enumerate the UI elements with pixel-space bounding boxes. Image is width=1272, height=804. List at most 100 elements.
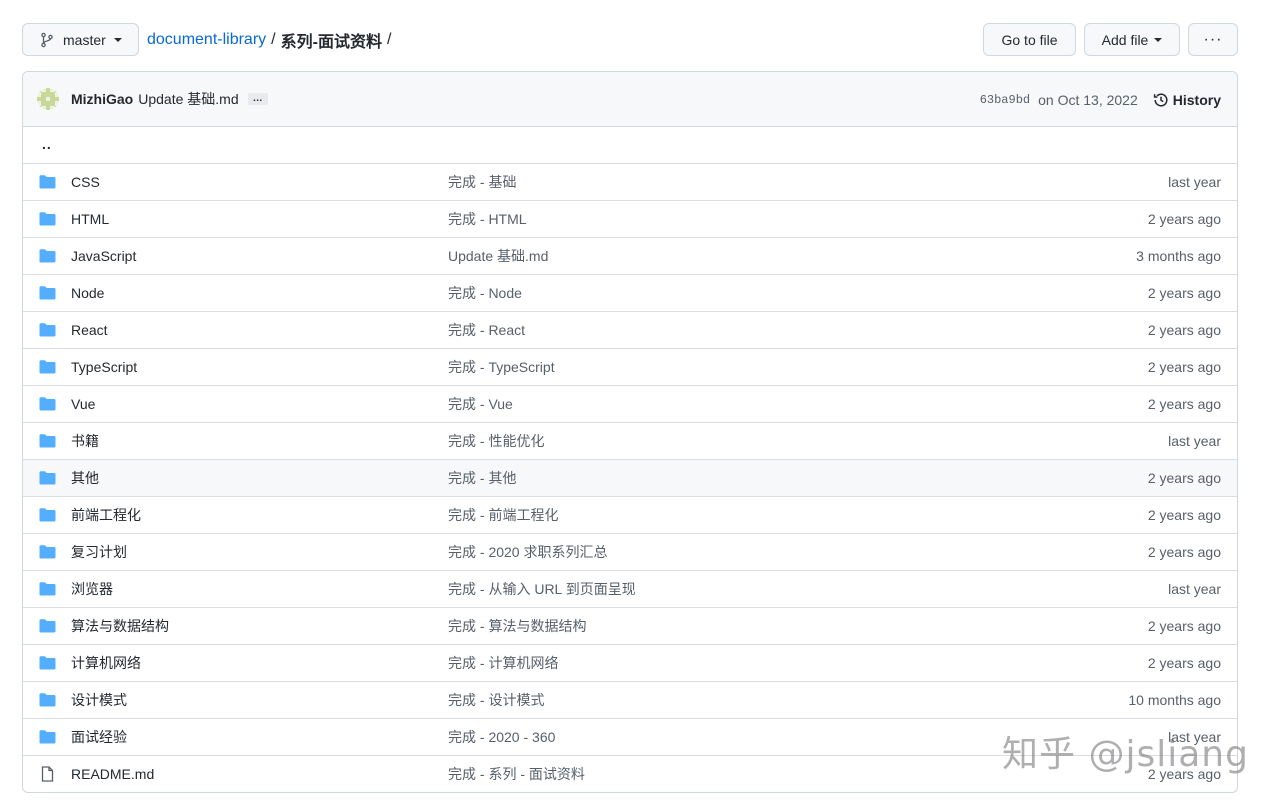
chevron-down-icon — [1154, 37, 1163, 42]
folder-icon — [39, 544, 56, 560]
file-row[interactable]: 书籍 完成 - 性能优化 last year — [23, 422, 1237, 459]
folder-icon — [39, 507, 56, 523]
commit-expand-button[interactable]: … — [247, 93, 268, 105]
file-name-link[interactable]: TypeScript — [71, 359, 137, 375]
file-name-link[interactable]: Vue — [71, 396, 95, 412]
file-name-link[interactable]: CSS — [71, 174, 100, 190]
folder-icon — [39, 655, 56, 671]
file-commit-message[interactable]: 完成 - 系列 - 面试资料 — [448, 764, 585, 784]
folder-icon — [39, 322, 56, 338]
file-commit-age: last year — [1168, 433, 1221, 449]
file-row[interactable]: Node 完成 - Node 2 years ago — [23, 274, 1237, 311]
folder-icon — [39, 285, 56, 301]
file-commit-message[interactable]: 完成 - HTML — [448, 209, 527, 229]
file-row[interactable]: 浏览器 完成 - 从输入 URL 到页面呈现 last year — [23, 570, 1237, 607]
file-commit-age: 2 years ago — [1147, 322, 1221, 338]
file-row[interactable]: React 完成 - React 2 years ago — [23, 311, 1237, 348]
file-commit-age: 2 years ago — [1147, 396, 1221, 412]
commit-author[interactable]: MizhiGao — [71, 91, 133, 107]
folder-icon — [39, 174, 56, 190]
file-row[interactable]: 其他 完成 - 其他 2 years ago — [23, 459, 1237, 496]
file-name-link[interactable]: 计算机网络 — [71, 653, 141, 673]
history-label: History — [1172, 91, 1221, 108]
file-name-link[interactable]: 面试经验 — [71, 727, 127, 747]
file-commit-age: 3 months ago — [1136, 248, 1221, 264]
file-name-link[interactable]: Node — [71, 285, 104, 301]
folder-icon — [39, 433, 56, 449]
file-commit-message[interactable]: 完成 - 设计模式 — [448, 690, 544, 710]
file-name-link[interactable]: 书籍 — [71, 431, 99, 451]
branch-selector-button[interactable]: master — [22, 23, 139, 56]
file-commit-message[interactable]: 完成 - 从输入 URL 到页面呈现 — [448, 579, 636, 599]
file-commit-age: 2 years ago — [1147, 544, 1221, 560]
file-row[interactable]: JavaScript Update 基础.md 3 months ago — [23, 237, 1237, 274]
folder-icon — [39, 729, 56, 745]
more-options-button[interactable]: ··· — [1188, 23, 1238, 56]
file-commit-message[interactable]: 完成 - 性能优化 — [448, 431, 544, 451]
commit-message[interactable]: Update 基础.md — [138, 89, 238, 109]
file-name-link[interactable]: React — [71, 322, 108, 338]
branch-name: master — [63, 31, 106, 48]
file-row[interactable]: 算法与数据结构 完成 - 算法与数据结构 2 years ago — [23, 607, 1237, 644]
file-name-link[interactable]: 算法与数据结构 — [71, 616, 169, 636]
file-commit-message[interactable]: 完成 - Vue — [448, 394, 513, 414]
history-link[interactable]: History — [1153, 92, 1221, 108]
file-commit-age: 2 years ago — [1147, 655, 1221, 671]
file-row[interactable]: 前端工程化 完成 - 前端工程化 2 years ago — [23, 496, 1237, 533]
file-row[interactable]: 复习计划 完成 - 2020 求职系列汇总 2 years ago — [23, 533, 1237, 570]
folder-icon — [39, 396, 56, 412]
breadcrumb-separator: / — [271, 30, 276, 48]
file-commit-age: 2 years ago — [1147, 507, 1221, 523]
parent-directory-row[interactable]: .. — [23, 127, 1237, 163]
chevron-down-icon — [113, 37, 122, 42]
file-row[interactable]: Vue 完成 - Vue 2 years ago — [23, 385, 1237, 422]
file-commit-message[interactable]: 完成 - 基础 — [448, 172, 516, 192]
file-row[interactable]: HTML 完成 - HTML 2 years ago — [23, 200, 1237, 237]
file-name-link[interactable]: JavaScript — [71, 248, 136, 264]
avatar[interactable] — [37, 88, 59, 110]
breadcrumb-current-folder: 系列-面试资料 — [280, 33, 382, 51]
file-commit-age: 2 years ago — [1147, 618, 1221, 634]
folder-icon — [39, 248, 56, 264]
file-commit-age: 2 years ago — [1147, 359, 1221, 375]
folder-icon — [39, 211, 56, 227]
file-commit-message[interactable]: 完成 - 算法与数据结构 — [448, 616, 586, 636]
file-row[interactable]: 计算机网络 完成 - 计算机网络 2 years ago — [23, 644, 1237, 681]
file-commit-message[interactable]: 完成 - 2020 - 360 — [448, 727, 555, 747]
commit-sha[interactable]: 63ba9bd — [980, 93, 1030, 107]
file-name-link[interactable]: 设计模式 — [71, 690, 127, 710]
file-icon — [39, 766, 56, 782]
file-commit-message[interactable]: 完成 - TypeScript — [448, 357, 555, 377]
file-commit-message[interactable]: 完成 - 2020 求职系列汇总 — [448, 542, 607, 562]
file-name-link[interactable]: 前端工程化 — [71, 505, 141, 525]
file-commit-message[interactable]: 完成 - Node — [448, 283, 522, 303]
commit-meta: 63ba9bd on Oct 13, 2022 History — [980, 72, 1221, 127]
file-commit-message[interactable]: 完成 - React — [448, 320, 525, 340]
file-commit-age: 2 years ago — [1147, 285, 1221, 301]
commit-date: on Oct 13, 2022 — [1038, 91, 1138, 108]
add-file-button[interactable]: Add file — [1084, 23, 1180, 56]
file-commit-message[interactable]: 完成 - 其他 — [448, 468, 516, 488]
file-row[interactable]: TypeScript 完成 - TypeScript 2 years ago — [23, 348, 1237, 385]
file-commit-message[interactable]: 完成 - 前端工程化 — [448, 505, 558, 525]
git-branch-icon — [41, 32, 53, 47]
file-name-link[interactable]: HTML — [71, 211, 109, 227]
file-row[interactable]: 设计模式 完成 - 设计模式 10 months ago — [23, 681, 1237, 718]
folder-icon — [39, 581, 56, 597]
parent-directory-link[interactable]: .. — [42, 136, 52, 152]
file-row[interactable]: CSS 完成 - 基础 last year — [23, 163, 1237, 200]
file-commit-age: last year — [1168, 174, 1221, 190]
file-name-link[interactable]: 复习计划 — [71, 542, 127, 562]
file-list: CSS 完成 - 基础 last year HTML 完成 - HTML 2 years … — [23, 163, 1237, 792]
file-commit-message[interactable]: Update 基础.md — [448, 246, 548, 266]
file-commit-age: 10 months ago — [1128, 692, 1221, 708]
file-commit-message[interactable]: 完成 - 计算机网络 — [448, 653, 558, 673]
breadcrumb-repo-link[interactable]: document-library — [147, 31, 266, 49]
folder-icon — [39, 470, 56, 486]
watermark: 知乎 @jsliang — [1002, 734, 1249, 775]
go-to-file-button[interactable]: Go to file — [983, 23, 1076, 56]
file-name-link[interactable]: README.md — [71, 766, 154, 782]
file-name-link[interactable]: 浏览器 — [71, 579, 113, 599]
file-name-link[interactable]: 其他 — [71, 468, 99, 488]
add-file-label: Add file — [1101, 31, 1149, 48]
